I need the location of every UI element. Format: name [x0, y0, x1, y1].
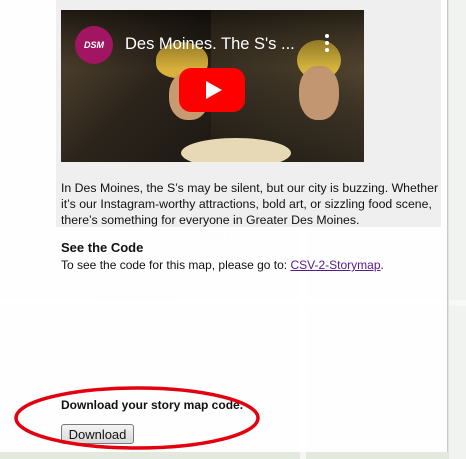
see-code-heading: See the Code	[61, 240, 144, 255]
see-code-suffix: .	[380, 258, 384, 272]
scrollbar[interactable]	[448, 0, 466, 459]
more-vert-icon[interactable]	[323, 34, 331, 54]
story-description: In Des Moines, the S’s may be silent, bu…	[61, 181, 439, 227]
video-embed[interactable]: DSM Des Moines. The S's ...	[61, 10, 364, 162]
story-popup-panel: DSM Des Moines. The S's ... In Des Moine…	[0, 0, 448, 452]
see-code-text: To see the code for this map, please go …	[61, 258, 384, 272]
video-title[interactable]: Des Moines. The S's ...	[125, 35, 315, 54]
youtube-play-icon[interactable]	[179, 68, 245, 112]
see-code-prefix: To see the code for this map, please go …	[61, 258, 291, 272]
video-thumbnail-detail	[181, 138, 291, 162]
download-button[interactable]: Download	[61, 424, 134, 444]
download-label: Download your story map code.	[61, 398, 244, 412]
csv-2-storymap-link[interactable]: CSV-2-Storymap	[290, 258, 380, 272]
video-thumbnail-detail	[299, 66, 339, 120]
channel-logo[interactable]: DSM	[75, 26, 113, 64]
